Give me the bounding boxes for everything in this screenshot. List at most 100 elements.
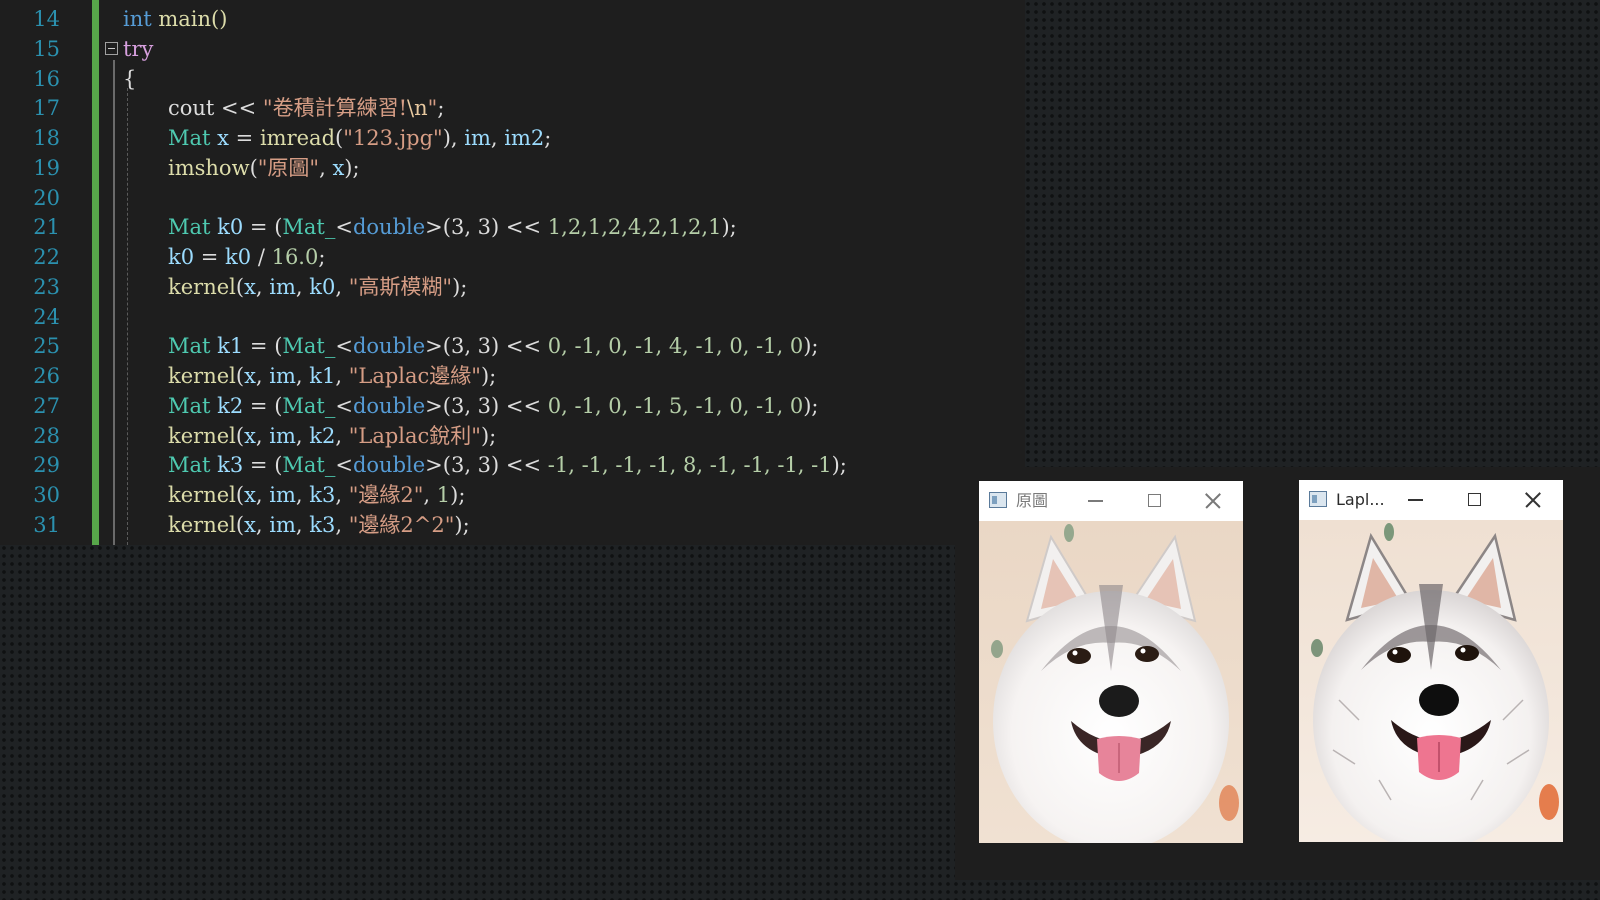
window-title: 原圖 [1016, 491, 1049, 510]
code-token: try [123, 37, 154, 61]
close-icon[interactable] [1511, 480, 1555, 520]
code-token: >(3, 3) << [425, 334, 548, 358]
code-token: { [123, 67, 137, 91]
code-line[interactable]: kernel(x, im, k3, "邊緣2^2"); [168, 511, 470, 540]
code-token: k2 [309, 424, 336, 448]
laplacian-image-window[interactable]: Lapl... [1299, 480, 1563, 842]
minimize-icon[interactable] [1393, 480, 1437, 520]
code-token: ); [721, 215, 737, 239]
code-line[interactable]: imshow("原圖", x); [168, 154, 360, 183]
code-token: x [244, 424, 256, 448]
code-token: -1, -1, -1, -1, 8, -1, -1, -1, -1 [547, 453, 832, 477]
code-token: 0, -1, 0, -1, 5, -1, 0, -1, 0 [547, 394, 804, 418]
code-token: , [295, 424, 310, 448]
window-titlebar[interactable]: 原圖 [979, 481, 1243, 521]
code-token: "卷積計算練習! [262, 96, 408, 120]
code-line[interactable]: Mat x = imread("123.jpg"), im, im2; [168, 124, 551, 153]
code-token: >(3, 3) << [425, 453, 548, 477]
code-token: >(3, 3) << [425, 215, 548, 239]
code-token: double [352, 215, 426, 239]
code-token: im [464, 126, 491, 150]
code-line[interactable]: { [123, 65, 136, 94]
code-token: x [244, 364, 256, 388]
window-titlebar[interactable]: Lapl... [1299, 480, 1563, 520]
code-line[interactable]: kernel(x, im, k3, "邊緣2", 1); [168, 481, 465, 510]
line-number: 20 [33, 186, 60, 210]
code-line[interactable]: kernel(x, im, k0, "高斯模糊"); [168, 273, 467, 302]
code-token: ); [831, 453, 847, 477]
code-token: < [335, 394, 353, 418]
code-token: imread [259, 126, 336, 150]
code-token: cout << [168, 96, 263, 120]
code-token: ( [235, 275, 245, 299]
code-token: = ( [243, 453, 283, 477]
code-token: im [269, 513, 296, 537]
code-token: im [269, 483, 296, 507]
code-token: " [427, 96, 438, 120]
code-token: "邊緣2" [348, 483, 424, 507]
code-token: "高斯模糊" [348, 275, 453, 299]
code-token: , [335, 513, 349, 537]
code-token: = ( [243, 215, 283, 239]
code-line[interactable]: try [123, 35, 153, 64]
code-token: x [332, 156, 345, 180]
collapse-icon[interactable] [105, 42, 118, 55]
code-token: x [244, 483, 256, 507]
code-token: ); [803, 334, 819, 358]
code-token: "123.jpg" [343, 126, 443, 150]
code-line[interactable]: int main() [123, 5, 227, 34]
maximize-icon[interactable] [1132, 481, 1176, 521]
line-number: 15 [33, 37, 60, 61]
maximize-icon[interactable] [1452, 480, 1496, 520]
code-token: double [352, 394, 426, 418]
code-line[interactable]: Mat k1 = (Mat_<double>(3, 3) << 0, -1, 0… [168, 332, 819, 361]
code-token: < [335, 215, 353, 239]
code-token: x [244, 275, 256, 299]
code-token: x [217, 126, 229, 150]
code-token: Mat_ [282, 215, 336, 239]
close-icon[interactable] [1191, 481, 1235, 521]
code-token: Mat_ [282, 394, 336, 418]
code-token: x [244, 513, 256, 537]
code-token: k3 [217, 453, 244, 477]
code-token: im [269, 275, 296, 299]
code-token: , [255, 513, 270, 537]
code-token: , [335, 424, 349, 448]
code-line[interactable]: cout << "卷積計算練習!\n"; [168, 94, 444, 123]
code-token: 16.0 [271, 245, 319, 269]
code-token: k3 [309, 483, 336, 507]
minimize-icon[interactable] [1073, 481, 1117, 521]
code-token: ( [235, 483, 245, 507]
code-token: ; [318, 245, 326, 269]
code-token: , [295, 275, 310, 299]
line-number: 30 [33, 483, 60, 507]
code-token: ); [450, 483, 466, 507]
code-token: , [335, 275, 349, 299]
code-token: Mat [168, 215, 211, 239]
code-editor[interactable]: 14 15 16 17 18 19 20 21 22 23 24 25 26 2… [0, 0, 1025, 545]
code-line[interactable]: Mat k0 = (Mat_<double>(3, 3) << 1,2,1,2,… [168, 213, 737, 242]
line-number: 18 [33, 126, 60, 150]
code-token: k0 [217, 215, 244, 239]
code-token: imshow [168, 156, 250, 180]
code-token: / [251, 245, 272, 269]
original-image-window[interactable]: 原圖 [979, 481, 1243, 843]
code-token: Mat [168, 394, 211, 418]
line-number: 22 [33, 245, 60, 269]
code-token: , [255, 424, 270, 448]
code-token: k0 [309, 275, 336, 299]
code-line[interactable]: Mat k2 = (Mat_<double>(3, 3) << 0, -1, 0… [168, 392, 819, 421]
line-number: 23 [33, 275, 60, 299]
code-line[interactable]: k0 = k0 / 16.0; [168, 243, 325, 272]
code-token: , [295, 483, 310, 507]
image-window-icon [989, 492, 1007, 508]
code-line[interactable]: kernel(x, im, k1, "Laplac邊緣"); [168, 362, 496, 391]
code-token: kernel [168, 275, 236, 299]
code-token: , [295, 513, 310, 537]
code-token: main() [151, 7, 228, 31]
code-line[interactable]: Mat k3 = (Mat_<double>(3, 3) << -1, -1, … [168, 451, 847, 480]
code-token: k2 [217, 394, 244, 418]
code-token: ); [344, 156, 360, 180]
code-line[interactable]: kernel(x, im, k2, "Laplac銳利"); [168, 422, 496, 451]
code-token: , [255, 275, 270, 299]
